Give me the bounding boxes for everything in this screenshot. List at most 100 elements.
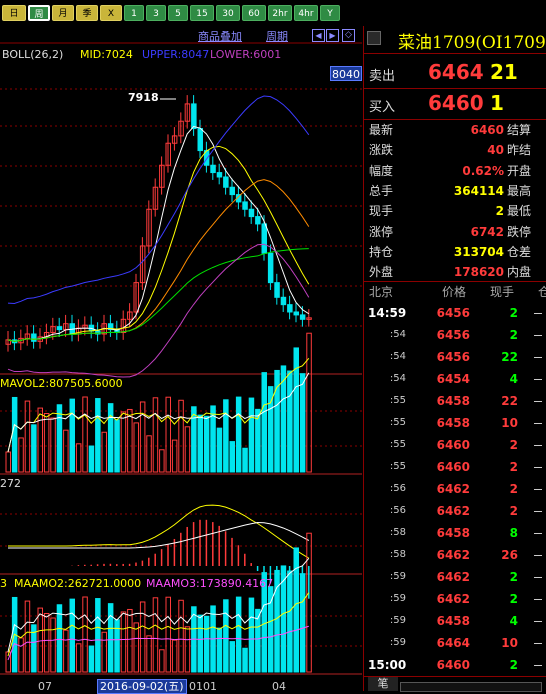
tick-row: :55 6458 22 bbox=[364, 390, 546, 412]
volume-bar bbox=[95, 398, 101, 473]
volume-bar bbox=[11, 396, 18, 473]
tick-time: :55 bbox=[389, 395, 406, 406]
tick-position-dash bbox=[534, 357, 542, 358]
tick-position-dash bbox=[534, 621, 542, 622]
amount-bar bbox=[63, 629, 69, 673]
stat-row: 最新 6460 结算 bbox=[364, 120, 546, 141]
period-button-60[interactable]: 60 bbox=[242, 5, 266, 21]
tick-time: :59 bbox=[389, 571, 406, 582]
ask-row: 卖出 6464 21 bbox=[364, 58, 546, 88]
period-button-3[interactable]: 3 bbox=[146, 5, 166, 21]
period-link[interactable]: 周期 bbox=[266, 28, 288, 44]
tick-row: :56 6462 2 bbox=[364, 478, 546, 500]
tick-price: 6454 bbox=[436, 372, 470, 386]
mavol-label: MAVOL2:807505.6000 bbox=[0, 377, 123, 390]
volume-bar bbox=[107, 403, 114, 473]
amount-bar bbox=[165, 596, 171, 673]
stat-label-2: 最低 bbox=[507, 204, 532, 219]
bid-label: 买入 bbox=[369, 100, 396, 115]
stat-row: 持仓 313704 仓差 bbox=[364, 242, 546, 263]
ask-price: 6464 bbox=[428, 60, 484, 84]
ticks-col-price: 价格 bbox=[442, 285, 467, 299]
volume-bar bbox=[139, 401, 146, 473]
boll-name: BOLL(26,2) bbox=[2, 48, 64, 61]
stat-row: 总手 364114 最高 bbox=[364, 181, 546, 202]
period-button-x[interactable]: X bbox=[100, 5, 122, 21]
stat-label: 持仓 bbox=[369, 244, 394, 259]
contract-title-bar: 菜油1709(OI1709) bbox=[364, 26, 546, 53]
period-button-2hr[interactable]: 2hr bbox=[268, 5, 292, 21]
period-button-15[interactable]: 15 bbox=[190, 5, 214, 21]
tick-position-dash bbox=[534, 489, 542, 490]
scroll-right-icon[interactable]: ▶ bbox=[326, 29, 339, 42]
maamo-label-2: MAAMO2:262721.0000 bbox=[14, 577, 142, 590]
tick-price: 6464 bbox=[436, 636, 470, 650]
tick-volume: 4 bbox=[509, 614, 518, 628]
amount-bar bbox=[43, 613, 50, 673]
x-tick-1: 07 bbox=[38, 680, 52, 693]
volume-bar bbox=[82, 396, 88, 473]
tick-price: 6460 bbox=[436, 658, 470, 672]
bid-price: 6460 bbox=[428, 91, 484, 115]
tick-price: 6462 bbox=[436, 482, 470, 496]
amount-bar bbox=[101, 631, 107, 673]
period-button-y[interactable]: Y bbox=[320, 5, 340, 21]
tick-position-dash bbox=[534, 643, 542, 644]
period-button-月[interactable]: 月 bbox=[52, 5, 74, 21]
period-button-30[interactable]: 30 bbox=[216, 5, 240, 21]
tick-row: 15:00 6460 2 bbox=[364, 654, 546, 676]
kline-chart-area[interactable]: 商品叠加 周期 ◀ ▶ ◇ BOLL(26,2) MID:7024 UPPER:… bbox=[0, 26, 362, 694]
panel-menu-icon[interactable] bbox=[367, 31, 381, 45]
macd-dif-line bbox=[8, 504, 310, 559]
ask-label: 卖出 bbox=[369, 69, 396, 84]
amount-bar bbox=[139, 601, 146, 673]
amount-bar bbox=[146, 635, 152, 673]
amount-bar bbox=[24, 600, 31, 673]
ticks-col-position: 仓 bbox=[538, 285, 546, 299]
tick-time: :59 bbox=[389, 593, 406, 604]
amount-bar bbox=[95, 598, 101, 673]
period-button-日[interactable]: 日 bbox=[2, 5, 26, 21]
tick-price: 6460 bbox=[436, 460, 470, 474]
tick-time: 14:59 bbox=[368, 306, 407, 320]
tick-time: :54 bbox=[389, 351, 406, 362]
tick-row: :54 6454 4 bbox=[364, 368, 546, 390]
candle-body bbox=[293, 311, 299, 316]
scroll-left-icon[interactable]: ◀ bbox=[312, 29, 325, 42]
tick-position-dash bbox=[534, 401, 542, 402]
tick-time: :56 bbox=[389, 505, 406, 516]
x-tick-2: 01 bbox=[189, 680, 203, 693]
candle-body bbox=[242, 201, 248, 210]
tick-row: :55 6460 2 bbox=[364, 456, 546, 478]
amount-bar bbox=[120, 611, 127, 673]
volume-bar bbox=[88, 445, 95, 473]
tick-time: 15:00 bbox=[368, 658, 407, 672]
period-button-5[interactable]: 5 bbox=[168, 5, 188, 21]
tick-volume: 10 bbox=[501, 416, 518, 430]
maamo-label-3: MAAMO3:173890.4167 bbox=[146, 577, 274, 590]
overlay-link[interactable]: 商品叠加 bbox=[198, 28, 242, 44]
period-button-周[interactable]: 周 bbox=[28, 5, 50, 21]
amount-bar bbox=[75, 643, 82, 673]
tab-ticks[interactable]: 笔 bbox=[368, 677, 398, 691]
stat-label: 最新 bbox=[369, 123, 394, 137]
zoom-icon[interactable]: ◇ bbox=[342, 29, 355, 42]
period-button-季[interactable]: 季 bbox=[76, 5, 98, 21]
candle-body bbox=[255, 216, 261, 225]
period-button-4hr[interactable]: 4hr bbox=[294, 5, 318, 21]
tick-row: :55 6460 2 bbox=[364, 434, 546, 456]
volume-bar bbox=[43, 413, 50, 473]
stat-label-2: 昨结 bbox=[507, 143, 532, 158]
period-button-1[interactable]: 1 bbox=[124, 5, 144, 21]
candle-body bbox=[229, 186, 235, 196]
tick-list[interactable]: 14:59 6456 2:54 6456 2:54 6456 22:54 6454 4:55 64… bbox=[364, 302, 546, 677]
cursor-date-tag: 2016-09-02(五) bbox=[97, 679, 187, 694]
ticks-col-time: 北京 bbox=[369, 285, 394, 299]
tick-price: 6456 bbox=[436, 350, 470, 364]
divider bbox=[364, 53, 546, 54]
candle-body bbox=[248, 208, 255, 218]
tick-volume: 2 bbox=[509, 570, 518, 584]
stat-row: 涨跌 40 昨结 bbox=[364, 140, 546, 161]
stat-label: 涨停 bbox=[369, 224, 394, 239]
amount-bar bbox=[293, 547, 299, 673]
